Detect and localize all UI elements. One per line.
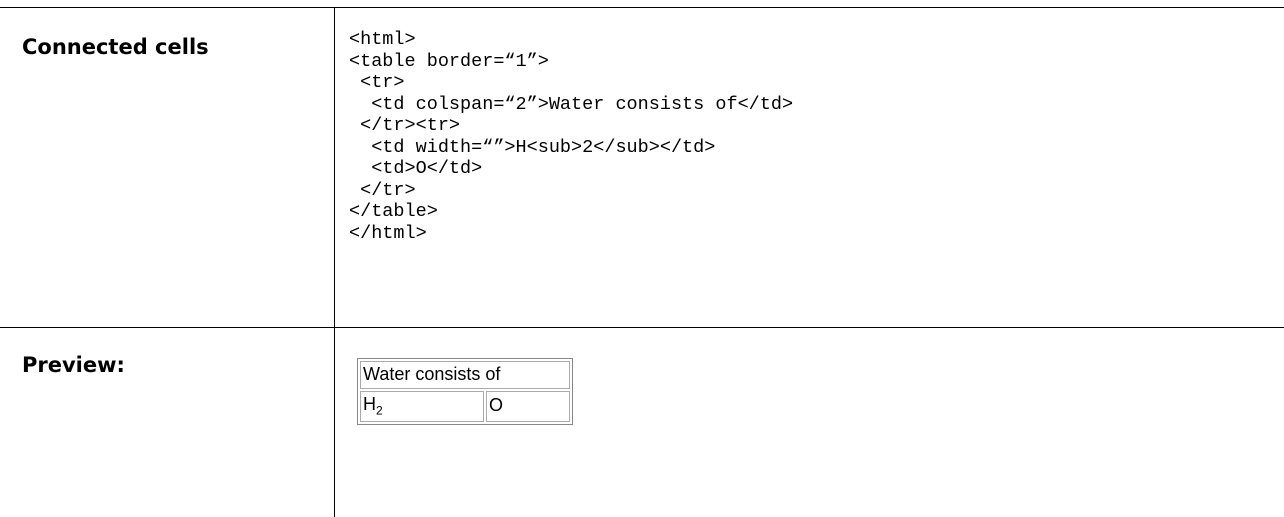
preview-table: Water consists of H2 O [357,358,573,425]
preview-o-cell: O [486,391,570,422]
preview-header-cell: Water consists of [360,361,570,389]
code-content-cell: <html> <table border=“1”> <tr> <td colsp… [335,8,1284,327]
code-section-label: Connected cells [22,35,209,59]
preview-table-row: Water consists of [360,361,570,389]
h-text: H [363,394,376,414]
html-code-block: <html> <table border=“1”> <tr> <td colsp… [349,29,794,244]
preview-table-row: H2 O [360,391,570,422]
preview-h2-cell: H2 [360,391,484,422]
code-row: Connected cells <html> <table border=“1”… [0,8,1284,328]
code-label-cell: Connected cells [0,8,335,327]
subscript-2: 2 [376,403,383,418]
preview-label-cell: Preview: [0,328,335,517]
content-table: Connected cells <html> <table border=“1”… [0,7,1284,517]
preview-section-label: Preview: [22,353,125,377]
preview-row: Preview: Water consists of H2 O [0,328,1284,517]
preview-content-cell: Water consists of H2 O [335,328,1284,517]
